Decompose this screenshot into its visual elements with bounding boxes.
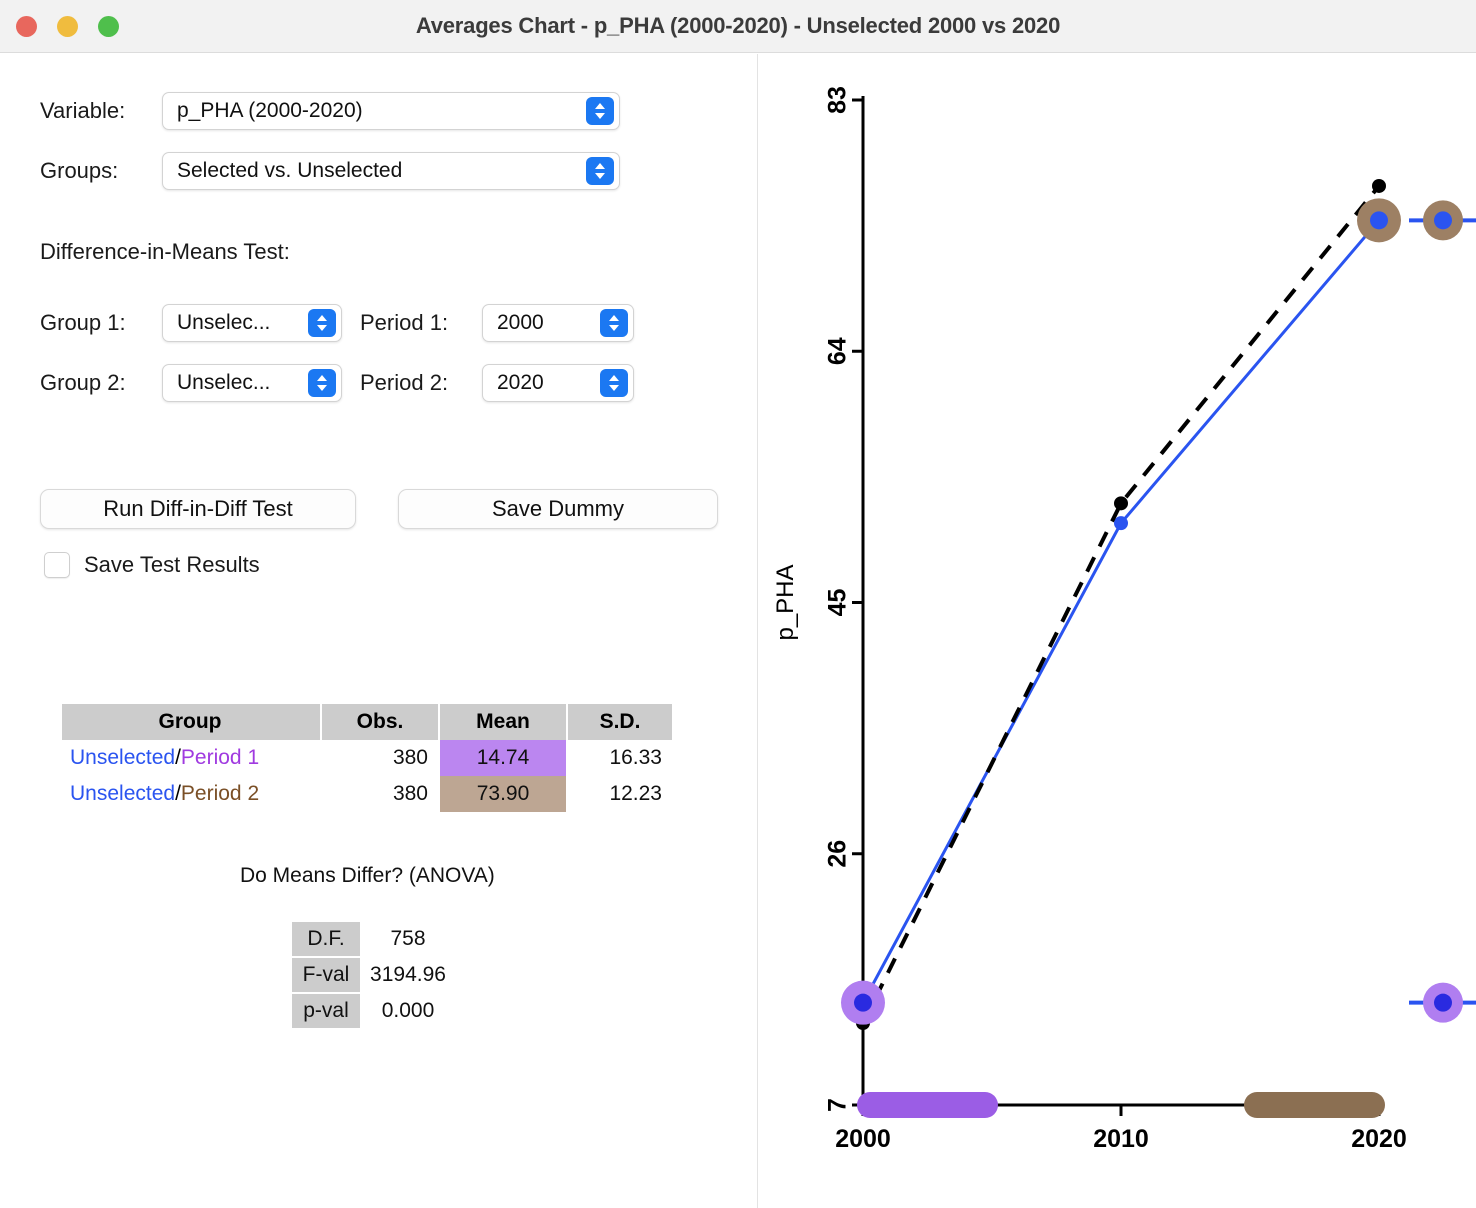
period2-select-value: 2020	[497, 371, 544, 394]
chart-labels: 2000 2010 2020 p_PHA	[772, 564, 1407, 1153]
groups-row: Groups: Selected vs. Unselected	[40, 152, 620, 190]
group1-label: Group 1:	[40, 310, 126, 335]
column-header-mean: Mean	[438, 704, 568, 740]
chevron-updown-icon[interactable]	[600, 309, 628, 337]
maximize-button[interactable]	[98, 16, 119, 37]
window-titlebar: Averages Chart - p_PHA (2000-2020) - Uns…	[0, 0, 1476, 53]
groups-select-value: Selected vs. Unselected	[177, 159, 403, 182]
table-row: Unselected/Period 2 380 73.90 12.23	[60, 776, 674, 812]
row-sd: 12.23	[566, 776, 674, 812]
chevron-updown-icon[interactable]	[586, 157, 614, 185]
period-marker	[1357, 198, 1401, 243]
anova-row: D.F. 758	[292, 922, 456, 956]
period1-select-value: 2000	[497, 311, 544, 334]
anova-key: p-val	[292, 994, 360, 1028]
series-point	[1114, 516, 1128, 531]
group-name: Unselected	[70, 746, 176, 769]
anova-title: Do Means Differ? (ANOVA)	[240, 864, 495, 887]
column-header-group: Group	[60, 704, 322, 740]
y-tick-label: 64	[824, 337, 852, 365]
legend-swatch	[1409, 982, 1476, 1023]
y-axis-title: p_PHA	[772, 564, 799, 640]
period-name: Period 2	[180, 782, 260, 805]
save-dummy-button[interactable]: Save Dummy	[398, 489, 718, 529]
series-line	[861, 219, 1381, 1004]
run-diff-in-diff-button[interactable]: Run Diff-in-Diff Test	[40, 489, 356, 529]
window-controls	[16, 16, 119, 37]
close-button[interactable]	[16, 16, 37, 37]
period-marker	[841, 980, 885, 1025]
anova-table: D.F. 758 F-val 3194.96 p-val 0.000	[292, 920, 456, 1030]
chevron-updown-icon[interactable]	[600, 369, 628, 397]
section-title: Difference-in-Means Test:	[40, 239, 290, 264]
table-row: Unselected/Period 1 380 14.74 16.33	[60, 740, 674, 776]
anova-row: F-val 3194.96	[292, 958, 456, 992]
group1-select[interactable]: Unselec...	[162, 304, 342, 342]
minimize-button[interactable]	[57, 16, 78, 37]
variable-select-value: p_PHA (2000-2020)	[177, 99, 363, 122]
legend-swatch	[1409, 200, 1476, 241]
group1-select-value: Unselec...	[177, 311, 271, 334]
variable-label: Variable:	[40, 98, 126, 123]
controls-panel: Variable: p_PHA (2000-2020) Groups: Sele…	[0, 54, 758, 1208]
chart-panel: 7 26 45 64 83 2000 2010 2020 p_PHA	[759, 54, 1476, 1208]
row-sd: 16.33	[566, 740, 674, 776]
y-tick-label: 45	[824, 589, 852, 617]
chevron-updown-icon[interactable]	[586, 97, 614, 125]
group2-select[interactable]: Unselec...	[162, 364, 342, 402]
x-tick-label: 2010	[1093, 1125, 1149, 1153]
anova-row: p-val 0.000	[292, 994, 456, 1028]
variable-select[interactable]: p_PHA (2000-2020)	[162, 92, 620, 130]
window-title: Averages Chart - p_PHA (2000-2020) - Uns…	[415, 13, 1061, 38]
column-header-obs: Obs.	[320, 704, 440, 740]
anova-value: 3194.96	[370, 963, 446, 986]
results-table: Group Obs. Mean S.D. Unselected/Period 1…	[60, 704, 674, 812]
save-test-results-checkbox[interactable]	[44, 552, 70, 578]
groups-select[interactable]: Selected vs. Unselected	[162, 152, 620, 190]
period-name: Period 1	[180, 746, 260, 769]
column-header-sd: S.D.	[566, 704, 674, 740]
group2-row: Group 2: Unselec... Period 2: 2020	[40, 364, 634, 402]
group1-row: Group 1: Unselec... Period 1: 2000	[40, 304, 634, 342]
row-group-label: Unselected/Period 1	[60, 740, 322, 776]
save-test-results-row[interactable]: Save Test Results	[44, 552, 260, 578]
y-tick-label: 26	[824, 840, 852, 868]
row-group-label: Unselected/Period 2	[60, 776, 322, 812]
y-tick-label: 83	[824, 86, 852, 114]
anova-value: 0.000	[381, 999, 435, 1022]
group-name: Unselected	[70, 782, 176, 805]
table-header-row: Group Obs. Mean S.D.	[60, 704, 674, 740]
period-band	[857, 1092, 998, 1118]
chart-axes: 7 26 45 64 83	[824, 86, 1381, 1116]
chevron-updown-icon[interactable]	[308, 309, 336, 337]
group2-select-value: Unselec...	[177, 371, 271, 394]
anova-key: F-val	[292, 958, 360, 992]
chart-series	[856, 178, 1386, 1031]
period-band	[1244, 1092, 1385, 1118]
period2-select[interactable]: 2020	[482, 364, 634, 402]
x-tick-label: 2020	[1351, 1125, 1407, 1153]
y-tick-label: 7	[824, 1098, 852, 1112]
averages-line-chart: 7 26 45 64 83 2000 2010 2020 p_PHA	[772, 86, 1476, 1153]
period1-label: Period 1:	[360, 310, 449, 335]
group2-label: Group 2:	[40, 370, 126, 395]
variable-row: Variable: p_PHA (2000-2020)	[40, 92, 620, 130]
x-tick-label: 2000	[835, 1125, 891, 1153]
save-test-results-label: Save Test Results	[84, 552, 260, 577]
anova-key: D.F.	[292, 922, 360, 956]
row-mean: 73.90	[438, 776, 568, 812]
anova-value: 758	[390, 927, 426, 950]
row-obs: 380	[320, 776, 440, 812]
chevron-updown-icon[interactable]	[308, 369, 336, 397]
groups-label: Groups:	[40, 158, 119, 183]
series-point	[1372, 178, 1386, 193]
row-obs: 380	[320, 740, 440, 776]
series-point	[1114, 496, 1128, 511]
chart-markers	[841, 198, 1476, 1025]
period2-label: Period 2:	[360, 370, 449, 395]
period1-select[interactable]: 2000	[482, 304, 634, 342]
row-mean: 14.74	[438, 740, 568, 776]
